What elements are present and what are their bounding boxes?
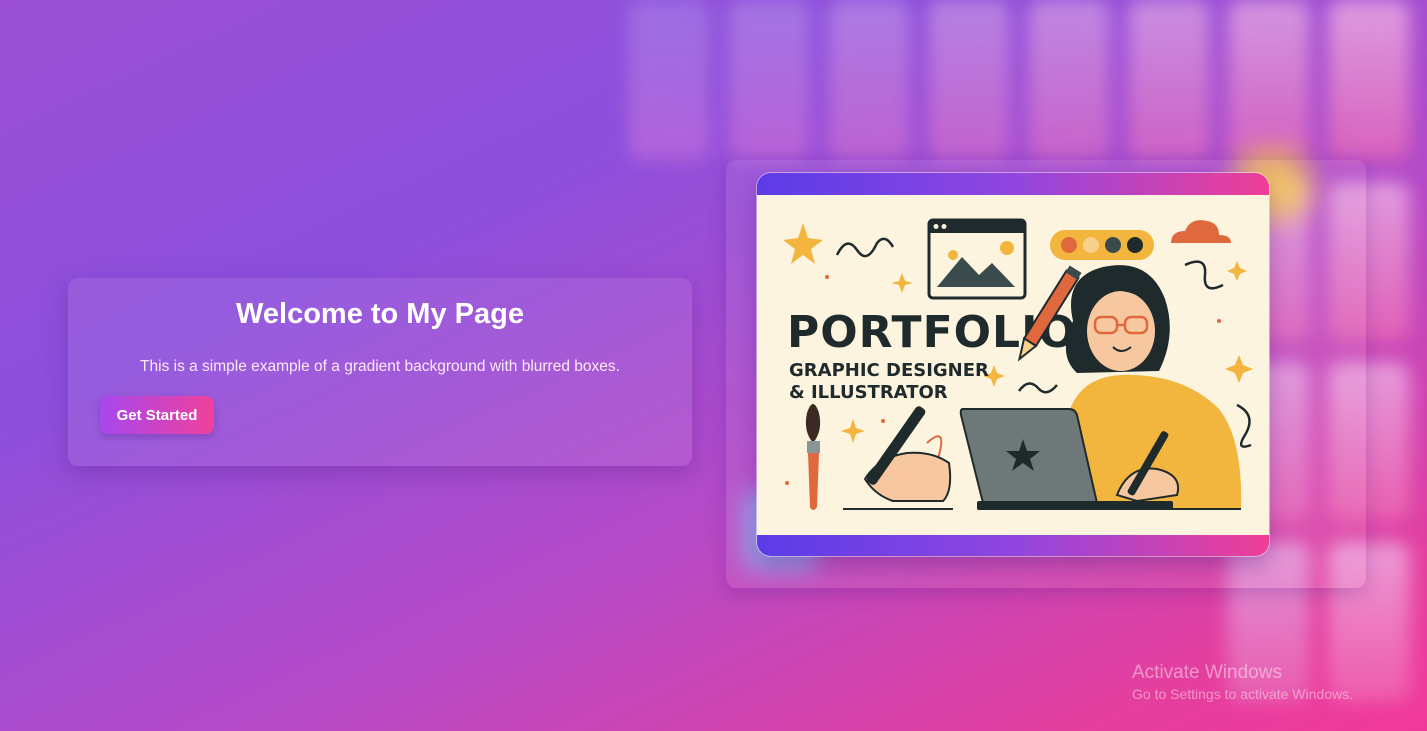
hero-card: Welcome to My Page This is a simple exam… [68,278,692,466]
blurred-box [628,0,710,160]
blurred-box [828,0,910,160]
blurred-box [1028,0,1110,160]
illustration-line-2: & ILLUSTRATOR [789,382,948,403]
portfolio-image-frame: PORTFOLIO GRAPHIC DESIGNER & ILLUSTRATOR [757,173,1269,556]
hero-description: This is a simple example of a gradient b… [140,358,620,375]
illustration-line-1: GRAPHIC DESIGNER [789,360,989,381]
windows-activation-watermark: Activate Windows Go to Settings to activ… [1132,662,1353,702]
blurred-box [928,0,1010,160]
watermark-subtitle: Go to Settings to activate Windows. [1132,686,1353,702]
page-title: Welcome to My Page [236,298,524,330]
get-started-button[interactable]: Get Started [100,396,214,434]
blurred-box [1328,0,1410,160]
blurred-box [1128,0,1210,160]
blurred-box [728,0,810,160]
watermark-title: Activate Windows [1132,662,1282,683]
portfolio-illustration: PORTFOLIO GRAPHIC DESIGNER & ILLUSTRATOR [757,195,1269,535]
blurred-box [1228,0,1310,160]
